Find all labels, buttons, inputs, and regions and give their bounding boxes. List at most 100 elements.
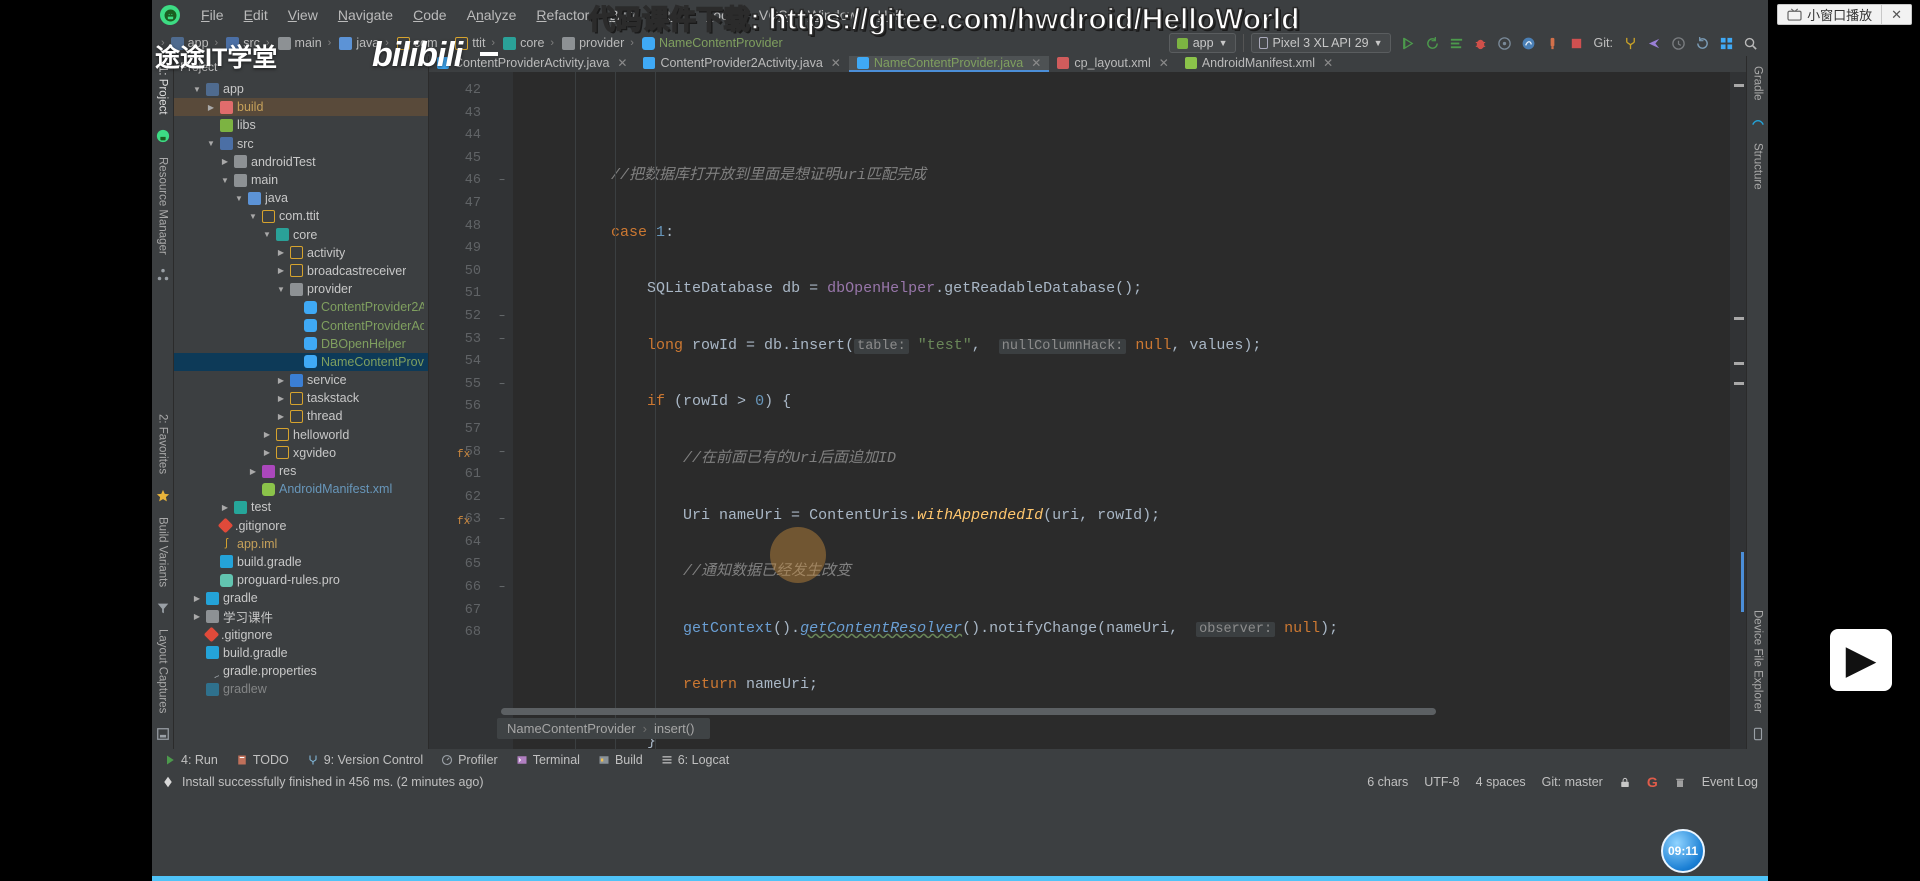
sidebar-item-device-file-explorer[interactable]: Device File Explorer (1750, 604, 1766, 719)
tool-window-terminal[interactable]: Terminal (516, 753, 580, 767)
tree-node[interactable]: ▶ xgvideo (174, 444, 428, 462)
tree-node[interactable]: ▶ test (174, 498, 428, 516)
profile-icon[interactable] (1497, 36, 1512, 51)
override-method-icon[interactable]: fx (457, 511, 470, 534)
fold-toggle-icon[interactable]: − (491, 170, 513, 193)
tree-node[interactable]: ▶ helloworld (174, 426, 428, 444)
chevron-right-icon[interactable]: ▶ (262, 448, 272, 457)
tree-node[interactable]: ▶ androidTest (174, 153, 428, 171)
status-message[interactable]: Install successfully finished in 456 ms.… (182, 775, 484, 789)
fold-toggle-icon[interactable]: − (491, 329, 513, 352)
chevron-right-icon[interactable]: ▶ (276, 266, 286, 275)
horizontal-scrollbar[interactable] (501, 708, 1436, 715)
tree-node[interactable]: ▶ gradle (174, 589, 428, 607)
project-tree[interactable]: ▼ app ▶ build libs ▼ src ▶ androidTest ▼ main ▼ java… (174, 78, 428, 698)
breadcrumb-core[interactable]: core › (500, 36, 559, 50)
tree-node[interactable]: ʃ app.iml (174, 535, 428, 553)
chevron-down-icon[interactable]: ▼ (276, 285, 286, 294)
menu-file[interactable]: File (192, 4, 233, 26)
chevron-down-icon[interactable]: ▼ (262, 230, 272, 239)
event-log-button[interactable]: Event Log (1702, 775, 1758, 789)
tree-node[interactable]: .gitignore (174, 626, 428, 644)
tree-node[interactable]: libs (174, 116, 428, 134)
rerun-icon[interactable] (1425, 36, 1440, 51)
tree-node[interactable]: ContentProvider2Activity (174, 298, 428, 316)
chevron-down-icon[interactable]: ▼ (220, 176, 230, 185)
update-project-icon[interactable] (1647, 36, 1662, 51)
chevron-down-icon[interactable]: ▼ (192, 85, 202, 94)
tool-window-run[interactable]: 4: Run (164, 753, 218, 767)
code-text[interactable]: //把数据库打开放到里面是想证明uri匹配完成 case 1: SQLiteDa… (513, 72, 1730, 749)
close-tab-icon[interactable]: ✕ (1323, 56, 1333, 70)
avd-manager-icon[interactable] (1521, 36, 1536, 51)
tool-window-version-control[interactable]: 9: Version Control (307, 753, 423, 767)
close-tab-icon[interactable]: ✕ (617, 56, 627, 70)
run-icon[interactable] (1401, 36, 1416, 51)
close-tab-icon[interactable]: ✕ (1159, 56, 1169, 70)
chevron-right-icon[interactable]: ▶ (220, 157, 230, 166)
tree-node[interactable]: ▶ service (174, 371, 428, 389)
branch-icon[interactable] (1623, 36, 1638, 51)
tool-window-profiler[interactable]: Profiler (441, 753, 498, 767)
search-icon[interactable] (1743, 36, 1758, 51)
chevron-right-icon[interactable]: ▶ (192, 612, 202, 621)
caret-position[interactable]: 6 chars (1367, 775, 1408, 789)
tree-node[interactable]: <> gradle.properties (174, 662, 428, 680)
editor-tab-bar[interactable]: ContentProviderActivity.java ✕ ContentProv… (429, 56, 1746, 72)
menu-navigate[interactable]: Navigate (329, 4, 402, 26)
chevron-right-icon[interactable]: ▶ (192, 594, 202, 603)
tree-node[interactable]: ▶ taskstack (174, 389, 428, 407)
sidebar-item-build-variants[interactable]: Build Variants (155, 511, 171, 593)
tree-node[interactable]: ▶ build (174, 98, 428, 117)
chevron-right-icon[interactable]: ▶ (206, 103, 216, 112)
editor-tab[interactable]: cp_layout.xml ✕ (1049, 56, 1177, 72)
chevron-right-icon[interactable]: ▶ (220, 503, 230, 512)
tree-node[interactable]: ▶ broadcastreceiver (174, 262, 428, 280)
tree-node[interactable]: ▼ provider (174, 280, 428, 298)
lock-icon[interactable] (1619, 776, 1631, 789)
tree-node[interactable]: ▶ activity (174, 244, 428, 262)
chevron-down-icon[interactable]: ▼ (206, 139, 216, 148)
menu-view[interactable]: View (279, 4, 327, 26)
editor-tab[interactable]: AndroidManifest.xml ✕ (1177, 56, 1341, 72)
chevron-right-icon[interactable]: ▶ (262, 430, 272, 439)
sidebar-item-layout-captures[interactable]: Layout Captures (155, 623, 171, 719)
tree-node[interactable]: ▶ 学习课件 (174, 607, 428, 625)
sidebar-item-favorites[interactable]: 2: Favorites (155, 408, 171, 480)
fold-toggle-icon[interactable]: − (491, 442, 513, 465)
menu-analyze[interactable]: Analyze (458, 4, 526, 26)
fold-toggle-icon[interactable]: − (491, 509, 513, 532)
chevron-right-icon[interactable]: ▶ (276, 412, 286, 421)
fold-toggle-icon[interactable]: − (491, 577, 513, 600)
fold-toggle-icon[interactable]: − (491, 374, 513, 397)
tree-node[interactable]: build.gradle (174, 644, 428, 662)
sidebar-item-structure[interactable]: Structure (1750, 137, 1766, 196)
tree-node[interactable]: ▼ app (174, 80, 428, 98)
tree-node[interactable]: DBOpenHelper (174, 335, 428, 353)
tree-node[interactable]: ▶ res (174, 462, 428, 480)
tool-window-logcat[interactable]: 6: Logcat (661, 753, 729, 767)
editor-tab[interactable]: ContentProvider2Activity.java ✕ (635, 56, 848, 72)
override-method-icon[interactable]: fx (457, 444, 470, 467)
tool-window-todo[interactable]: TODO (236, 753, 289, 767)
code-editor[interactable]: 42 43 44 45 46 47 48 49 50 51 52 53 54 55 56 57 58 fx 61 62… (429, 72, 1746, 749)
video-progress-bar[interactable] (152, 876, 1768, 881)
apply-changes-icon[interactable] (1449, 36, 1464, 51)
sidebar-item-gradle[interactable]: Gradle (1750, 60, 1766, 107)
chevron-right-icon[interactable]: ▶ (276, 376, 286, 385)
chevron-down-icon[interactable]: ▼ (234, 194, 244, 203)
tree-node[interactable]: ▶ thread (174, 407, 428, 425)
rollback-icon[interactable] (1695, 36, 1710, 51)
close-icon[interactable]: ✕ (1881, 5, 1911, 24)
google-icon[interactable]: G (1647, 774, 1658, 790)
chevron-right-icon[interactable]: ▶ (248, 467, 258, 476)
breadcrumb-main[interactable]: main › (275, 36, 337, 50)
close-tab-icon[interactable]: ✕ (831, 56, 841, 70)
tree-node[interactable]: build.gradle (174, 553, 428, 571)
editor-tab[interactable]: NameContentProvider.java ✕ (848, 56, 1050, 72)
pip-label-group[interactable]: 小窗口播放 (1778, 5, 1881, 24)
tree-node[interactable]: ▼ main (174, 171, 428, 189)
tree-node[interactable]: proguard-rules.pro (174, 571, 428, 589)
chevron-right-icon[interactable]: ▶ (276, 248, 286, 257)
fold-toggle-icon[interactable]: − (491, 306, 513, 329)
